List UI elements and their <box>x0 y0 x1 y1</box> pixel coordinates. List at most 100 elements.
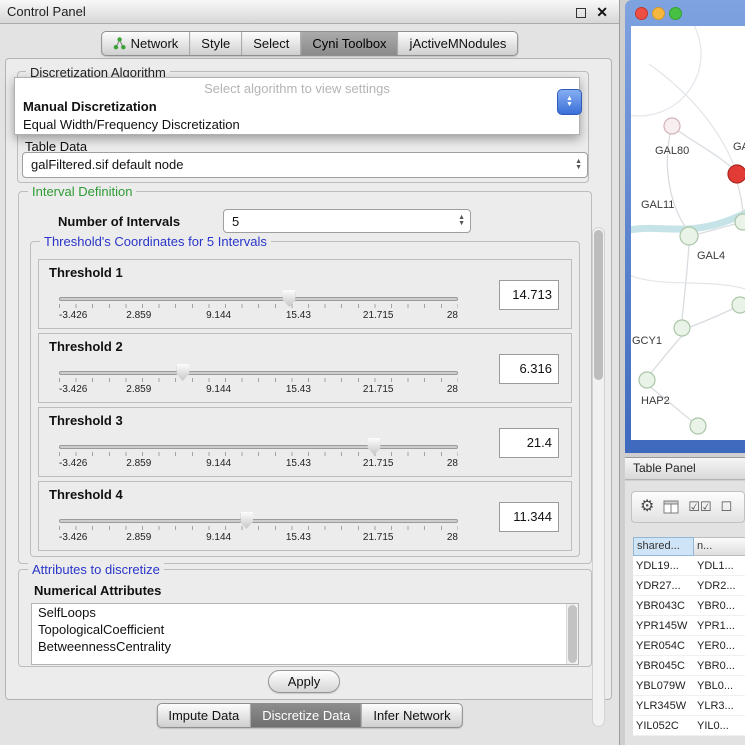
numerical-attributes-list[interactable]: SelfLoops TopologicalCoefficient Between… <box>31 603 579 665</box>
scrollbar-thumb[interactable] <box>594 230 603 380</box>
cell[interactable]: YIL0... <box>694 716 745 735</box>
list-scrollbar[interactable] <box>566 604 578 664</box>
tab-impute-data[interactable]: Impute Data <box>157 704 250 727</box>
network-icon <box>113 37 126 50</box>
cell[interactable]: YBR045C <box>633 656 694 675</box>
threshold-4-value-field[interactable]: 11.344 <box>499 502 559 532</box>
cell[interactable]: YBL079W <box>633 676 694 695</box>
threshold-1-panel: Threshold 1 -3.426 2.859 9.144 15.43 21.… <box>38 259 572 329</box>
zoom-traffic-light[interactable] <box>669 7 682 20</box>
threshold-3-value-field[interactable]: 21.4 <box>499 428 559 458</box>
tab-discretize-data[interactable]: Discretize Data <box>250 704 361 727</box>
cell[interactable]: YBR0... <box>694 596 745 615</box>
cell[interactable]: YPR1... <box>694 616 745 635</box>
cell[interactable]: YIL052C <box>633 716 694 735</box>
algorithm-option-manual[interactable]: Manual Discretization <box>15 98 579 116</box>
network-node[interactable] <box>680 227 698 245</box>
slider-tick-labels: -3.426 2.859 9.144 15.43 21.715 28 <box>59 458 458 470</box>
table-data-combobox[interactable]: galFiltered.sif default node ▲▼ <box>22 152 588 178</box>
cell[interactable]: YLR345W <box>633 696 694 715</box>
cell[interactable]: YDL1... <box>694 556 745 575</box>
cell[interactable]: YPR145W <box>633 616 694 635</box>
apply-button[interactable]: Apply <box>268 670 340 693</box>
algorithm-option-equal-width[interactable]: Equal Width/Frequency Discretization <box>15 116 579 134</box>
table-row[interactable]: YBL079W YBL0... <box>633 676 745 696</box>
threshold-3-slider[interactable]: -3.426 2.859 9.144 15.43 21.715 28 <box>59 436 458 472</box>
slider-track[interactable] <box>59 297 458 301</box>
threshold-1-slider[interactable]: -3.426 2.859 9.144 15.43 21.715 28 <box>59 288 458 324</box>
threshold-2-value-field[interactable]: 6.316 <box>499 354 559 384</box>
algorithm-placeholder-option[interactable]: Select algorithm to view settings <box>15 80 579 98</box>
network-canvas[interactable]: GAL80 GA GAL11 GAL4 GCY1 HAP2 <box>631 26 745 440</box>
cell[interactable]: YBR0... <box>694 656 745 675</box>
slider-track[interactable] <box>59 371 458 375</box>
table-panel-titlebar[interactable]: Table Panel <box>625 457 745 480</box>
tab-infer-network[interactable]: Infer Network <box>361 704 461 727</box>
deselect-icon[interactable]: ☐ <box>721 499 733 515</box>
algorithm-combobox-stepper[interactable]: ▲▼ <box>557 89 582 115</box>
table-row[interactable]: YBR043C YBR0... <box>633 596 745 616</box>
table-row[interactable]: YER054C YER0... <box>633 636 745 656</box>
close-traffic-light[interactable] <box>635 7 648 20</box>
select-all-icon[interactable]: ☑☑ <box>688 499 711 515</box>
tab-style[interactable]: Style <box>189 32 241 55</box>
tick-label: 2.859 <box>126 310 151 321</box>
table-row[interactable]: YLR345W YLR3... <box>633 696 745 716</box>
threshold-2-slider[interactable]: -3.426 2.859 9.144 15.43 21.715 28 <box>59 362 458 398</box>
cell[interactable]: YDR27... <box>633 576 694 595</box>
table-row[interactable]: YPR145W YPR1... <box>633 616 745 636</box>
panel-scrollbar[interactable] <box>592 227 605 727</box>
tick-label: 21.715 <box>363 532 394 543</box>
thresholds-group-title: Threshold's Coordinates for 5 Intervals <box>40 234 271 249</box>
float-window-icon[interactable] <box>576 8 586 18</box>
column-header-shared[interactable]: shared... <box>633 537 694 556</box>
threshold-3-panel: Threshold 3 -3.426 2.859 9.144 15.43 21.… <box>38 407 572 477</box>
tab-select[interactable]: Select <box>241 32 300 55</box>
tab-cyni-toolbox[interactable]: Cyni Toolbox <box>300 32 397 55</box>
network-node[interactable] <box>735 214 745 230</box>
columns-icon[interactable] <box>663 500 679 514</box>
column-header-name[interactable]: n... <box>694 537 745 556</box>
table-row[interactable]: YDL19... YDL1... <box>633 556 745 576</box>
cell[interactable]: YER0... <box>694 636 745 655</box>
gear-icon[interactable]: ⚙ <box>640 499 654 515</box>
network-node[interactable] <box>732 297 745 313</box>
table-row[interactable]: YDR27... YDR2... <box>633 576 745 596</box>
number-of-intervals-combobox[interactable]: 5 ▲▼ <box>223 209 471 233</box>
table-row[interactable]: YIL052C YIL0... <box>633 716 745 736</box>
close-icon[interactable]: ✕ <box>596 5 608 19</box>
cell[interactable]: YER054C <box>633 636 694 655</box>
network-node[interactable] <box>690 418 706 434</box>
interval-definition-group-title: Interval Definition <box>28 184 136 199</box>
tick-label: 2.859 <box>126 384 151 395</box>
tick-label: 2.859 <box>126 458 151 469</box>
tick-label: 15.43 <box>286 310 311 321</box>
cell[interactable]: YDR2... <box>694 576 745 595</box>
selected-node[interactable] <box>728 165 745 183</box>
network-view-window: GAL80 GA GAL11 GAL4 GCY1 HAP2 <box>625 0 745 453</box>
table-panel-title: Table Panel <box>633 461 696 475</box>
list-item[interactable]: SelfLoops <box>32 604 578 621</box>
list-item[interactable]: BetweennessCentrality <box>32 638 578 655</box>
slider-track[interactable] <box>59 445 458 449</box>
threshold-1-value-field[interactable]: 14.713 <box>499 280 559 310</box>
minimize-traffic-light[interactable] <box>652 7 665 20</box>
tab-network[interactable]: Network <box>102 32 190 55</box>
cell[interactable]: YLR3... <box>694 696 745 715</box>
slider-track[interactable] <box>59 519 458 523</box>
table-header: shared... n... <box>633 537 745 556</box>
cell[interactable]: YDL19... <box>633 556 694 575</box>
table-row[interactable]: YBR045C YBR0... <box>633 656 745 676</box>
threshold-4-slider[interactable]: -3.426 2.859 9.144 15.43 21.715 28 <box>59 510 458 546</box>
network-node[interactable] <box>664 118 680 134</box>
tab-jactivemnodules[interactable]: jActiveMNodules <box>398 32 518 55</box>
network-node[interactable] <box>674 320 690 336</box>
control-panel-titlebar[interactable]: Control Panel ✕ <box>0 0 619 24</box>
tick-label: 9.144 <box>206 458 231 469</box>
network-node[interactable] <box>639 372 655 388</box>
tab-impute-data-label: Impute Data <box>168 708 239 723</box>
list-item[interactable]: TopologicalCoefficient <box>32 621 578 638</box>
cell[interactable]: YBR043C <box>633 596 694 615</box>
cell[interactable]: YBL0... <box>694 676 745 695</box>
discretize-panel: Discretization Algorithm Select algorith… <box>5 58 612 700</box>
